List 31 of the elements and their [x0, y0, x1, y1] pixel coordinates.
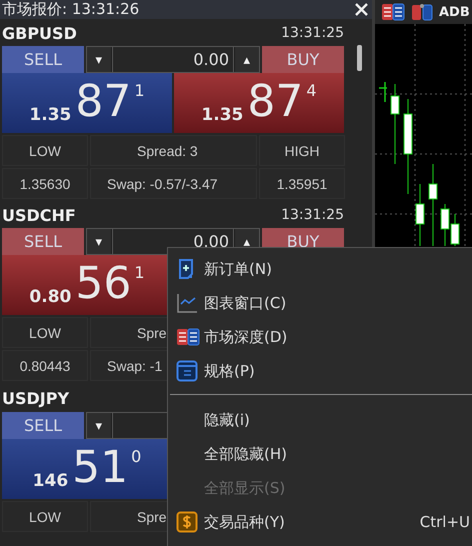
quote-stat: Spread: 3	[137, 142, 198, 158]
symbol-name: USDCHF	[2, 206, 76, 224]
quote-stat: 0.80443	[20, 358, 70, 374]
quote-stat: Swap: -0.57/-3.47	[107, 176, 218, 192]
price-fraction: 1	[134, 81, 145, 100]
symbol-name: USDJPY	[2, 388, 70, 408]
quote-stat: LOW	[29, 508, 61, 524]
price-fraction: 1	[134, 263, 145, 282]
price-digits: 51	[72, 443, 128, 493]
quote-stat: Spre	[137, 324, 167, 340]
price-digits: 56	[75, 259, 132, 309]
quote-stat: HIGH	[284, 142, 320, 158]
price-prefix: 1.35	[201, 105, 244, 125]
quote-stat: Spre	[137, 508, 167, 524]
price-prefix: 1.35	[29, 105, 72, 125]
symbol-name: GBPUSD	[2, 24, 77, 42]
quote-stat: 1.35630	[20, 176, 70, 192]
quote-time: 13:31:25	[281, 25, 344, 41]
quote-stat: Swap: -1	[107, 358, 162, 374]
quote-stat: LOW	[29, 142, 61, 158]
price-prefix: 146	[32, 471, 68, 491]
quote-stat: LOW	[29, 324, 61, 340]
price-fraction: 0	[131, 447, 142, 466]
price-digits: 87	[75, 77, 132, 127]
price-digits: 87	[247, 77, 304, 127]
price-fraction: 4	[306, 81, 317, 100]
quote-time: 13:31:25	[281, 207, 344, 223]
price-prefix: 0.80	[29, 287, 72, 307]
symbol-label: ADB	[439, 4, 470, 20]
window-title: 市场报价: 13:31:26	[2, 0, 140, 19]
quote-stat: 1.35951	[276, 176, 328, 192]
